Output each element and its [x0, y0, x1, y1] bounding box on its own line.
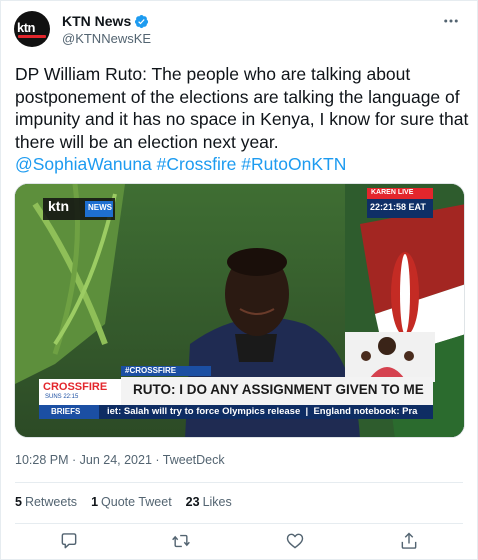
divider: [15, 523, 463, 524]
tweet-text: DP William Ruto: The people who are talk…: [15, 63, 469, 176]
media-channel-sub: NEWS: [88, 203, 112, 212]
author-display-name[interactable]: KTN News: [62, 13, 131, 29]
media-show-time: SUNS 22:15: [45, 394, 79, 400]
media-show-tag: #CROSSFIRE: [125, 366, 177, 375]
retweet-icon: [172, 534, 190, 548]
tweet-timestamp[interactable]: 10:28 PM · Jun 24, 2021 · TweetDeck: [15, 453, 225, 467]
media-clock: 22:21:58 EAT: [370, 202, 426, 212]
tweet-media-image[interactable]: ktn NEWS KAREN LIVE 22:21:58 EAT #CROSSF…: [14, 183, 465, 438]
retweets-label: Retweets: [24, 495, 78, 509]
more-button[interactable]: [441, 11, 461, 31]
quotes-count: 1: [91, 495, 99, 509]
media-location-tag: KAREN LIVE: [371, 189, 414, 196]
media-show-name: CROSSFIRE: [43, 381, 108, 393]
avatar-logo-bar: [18, 35, 46, 38]
avatar-logo: ktn: [17, 20, 36, 35]
likes-label: Likes: [202, 495, 232, 509]
tweet-stats: 5 Retweets 1 Quote Tweet 23 Likes: [15, 495, 232, 509]
retweets-stat[interactable]: 5 Retweets: [15, 495, 77, 509]
divider: [15, 482, 463, 483]
share-icon: [401, 532, 417, 549]
reply-icon: [61, 533, 77, 549]
media-ticker-label: BRIEFS: [51, 407, 81, 416]
more-icon: [444, 19, 458, 23]
likes-count: 23: [185, 495, 200, 509]
avatar[interactable]: ktn: [14, 11, 50, 47]
mention-link[interactable]: @SophiaWanuna: [15, 154, 152, 174]
retweet-button[interactable]: [171, 531, 193, 553]
hashtag-link[interactable]: #Crossfire: [157, 154, 237, 174]
tweet-body-text: DP William Ruto: The people who are talk…: [15, 64, 469, 152]
media-headline: RUTO: I DO ANY ASSIGNMENT GIVEN TO ME: [133, 382, 424, 397]
like-icon: [286, 533, 304, 549]
media-ticker-text: iet: Salah will try to force Olympics re…: [107, 406, 418, 417]
author-handle[interactable]: @KTNNewsKE: [62, 31, 151, 46]
author-name-row: KTN News: [62, 13, 149, 29]
tweet-actions: [1, 529, 478, 557]
quotes-label: Quote Tweet: [101, 495, 172, 509]
likes-stat[interactable]: 23 Likes: [186, 495, 232, 509]
share-button[interactable]: [399, 531, 421, 553]
quotes-stat[interactable]: 1 Quote Tweet: [91, 495, 172, 509]
media-frame: [15, 184, 464, 437]
like-button[interactable]: [285, 531, 307, 553]
hashtag-link[interactable]: #RutoOnKTN: [241, 154, 346, 174]
media-channel-logo: ktn: [48, 198, 69, 214]
reply-button[interactable]: [59, 531, 81, 553]
verified-badge-icon: [135, 14, 149, 28]
retweets-count: 5: [15, 495, 22, 509]
tweet-card: ktn KTN News @KTNNewsKE DP William Ruto:…: [0, 0, 478, 560]
